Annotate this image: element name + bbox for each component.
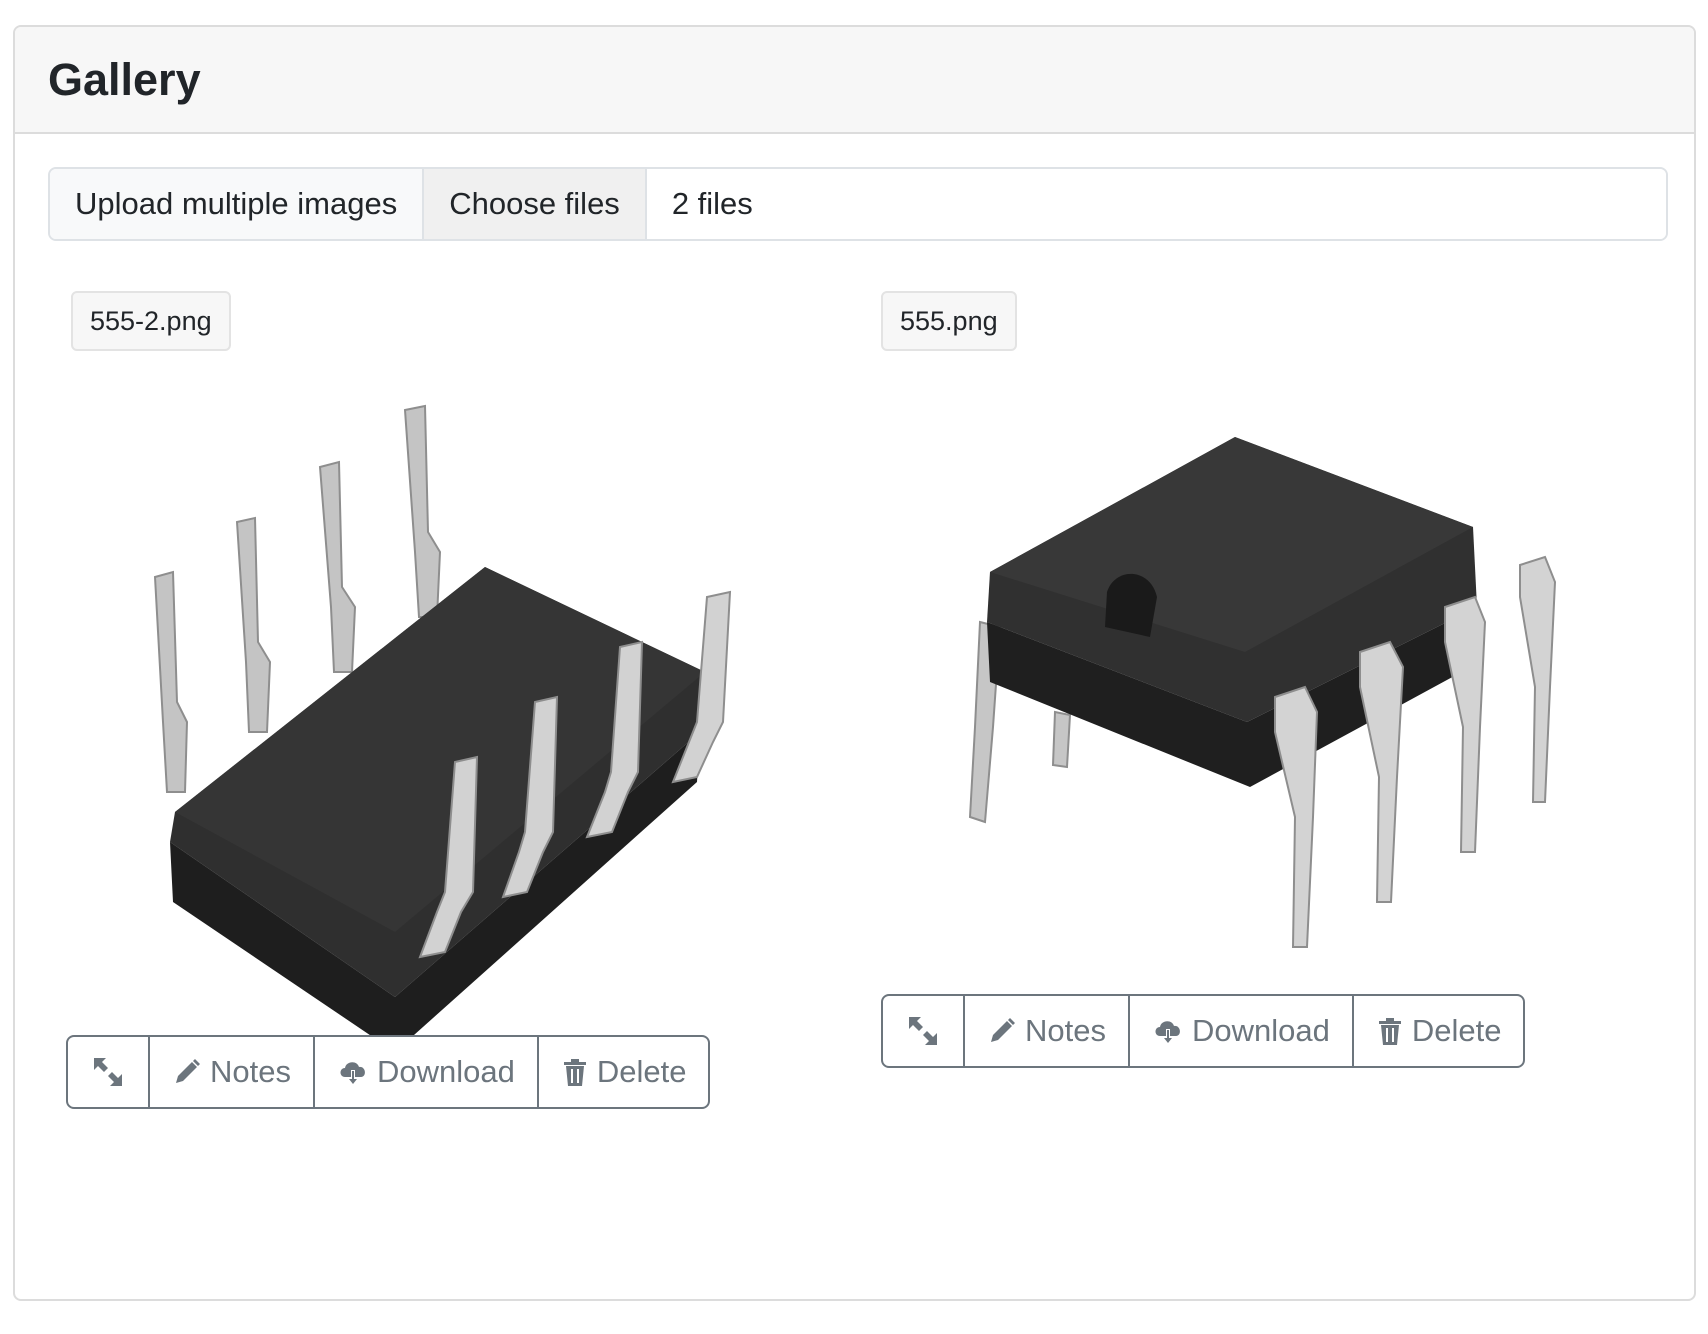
cloud-download-icon [1152,1016,1184,1046]
image-actions-555: Notes Download Delete [881,994,1526,1068]
gallery-image-555-2[interactable] [115,372,835,1117]
download-button[interactable]: Download [1130,996,1354,1066]
download-button[interactable]: Download [315,1037,539,1107]
trash-icon [1376,1015,1404,1047]
notes-button[interactable]: Notes [150,1037,315,1107]
notes-label: Notes [210,1054,291,1089]
notes-button[interactable]: Notes [965,996,1130,1066]
filename-badge: 555.png [881,291,1017,351]
expand-arrows-icon [90,1054,126,1090]
delete-button[interactable]: Delete [539,1037,709,1107]
chip-image [968,437,1557,948]
choose-files-button[interactable]: Choose files [424,169,647,239]
gallery-image-555[interactable] [945,397,1585,1052]
upload-label: Upload multiple images [50,169,425,239]
expand-arrows-icon [905,1013,941,1049]
card-header: Gallery [15,27,1694,134]
notes-label: Notes [1025,1013,1106,1048]
gallery-card: Gallery Upload multiple images Choose fi… [13,25,1696,1301]
upload-input-group[interactable]: Upload multiple images Choose files 2 fi… [48,167,1668,241]
download-label: Download [376,1054,515,1089]
selected-file-count: 2 files [646,169,1666,239]
delete-button[interactable]: Delete [1354,996,1524,1066]
delete-label: Delete [596,1054,687,1089]
expand-button[interactable] [68,1037,150,1107]
delete-label: Delete [1411,1013,1502,1048]
page-title: Gallery [48,53,201,105]
download-label: Download [1191,1013,1330,1048]
pencil-icon [172,1057,202,1087]
pencil-icon [987,1016,1017,1046]
expand-button[interactable] [883,996,965,1066]
filename-badge: 555-2.png [71,291,231,351]
cloud-download-icon [337,1057,369,1087]
image-actions-555-2: Notes Download Delete [66,1035,711,1109]
trash-icon [561,1056,589,1088]
chip-image [153,404,732,1052]
